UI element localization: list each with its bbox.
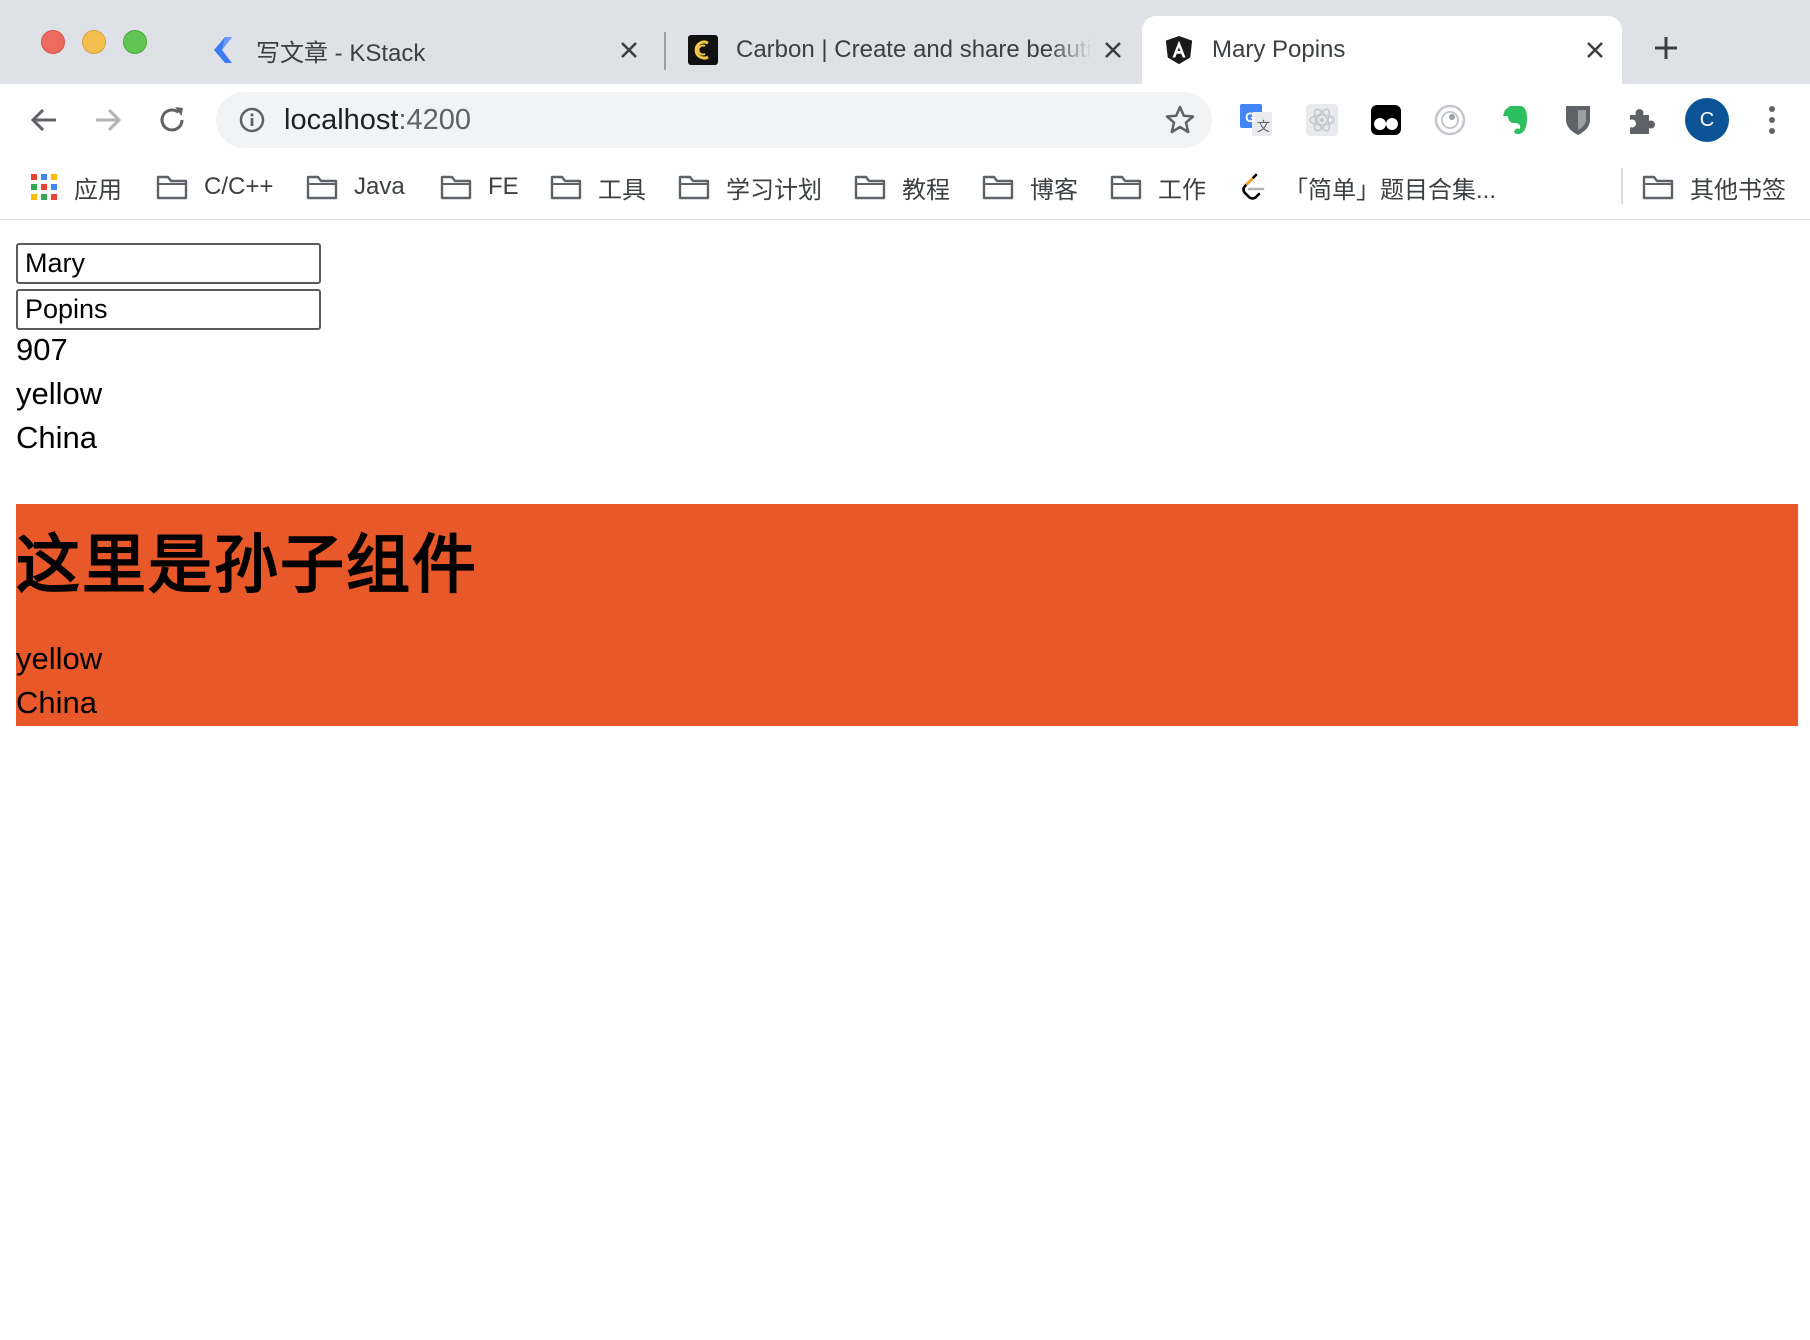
folder-icon: [550, 175, 582, 200]
bookmark-folder-blog[interactable]: 博客: [982, 170, 1078, 204]
bookmark-label: 教程: [902, 176, 950, 204]
bookmark-folder-java[interactable]: Java: [306, 170, 405, 204]
more-menu-icon[interactable]: [1752, 100, 1792, 140]
plus-icon: [1655, 37, 1677, 59]
bookmark-folder-study-plan[interactable]: 学习计划: [678, 170, 822, 204]
info-icon[interactable]: [238, 106, 266, 134]
minimize-window-button[interactable]: [82, 30, 106, 54]
country-text: China: [16, 420, 97, 455]
svg-text:G: G: [1245, 109, 1256, 125]
folder-icon: [306, 175, 338, 200]
react-devtools-icon[interactable]: [1302, 100, 1342, 140]
close-tab-icon[interactable]: [1582, 37, 1608, 63]
bookmark-leetcode[interactable]: 「简单」题目合集...: [1238, 170, 1496, 204]
folder-icon: [982, 175, 1014, 200]
tampermonkey-icon[interactable]: [1366, 100, 1406, 140]
bookmark-label: C/C++: [204, 173, 274, 200]
folder-icon: [1110, 175, 1142, 200]
tab-carbon[interactable]: Carbon | Create and share beautiful imag…: [666, 16, 1140, 84]
bookmarks-bar: 应用 C/C++ Java FE 工具 学习计划 教程 博客 工作 「简单」题目…: [0, 156, 1810, 220]
bookmarks-divider: [1621, 168, 1623, 204]
folder-icon: [1642, 175, 1674, 200]
bookmark-other[interactable]: 其他书签: [1642, 170, 1786, 204]
bookmark-apps[interactable]: 应用: [30, 170, 122, 204]
angular-logo-icon: [1164, 35, 1194, 65]
url-text[interactable]: localhost:4200: [284, 104, 471, 136]
forward-button[interactable]: [88, 100, 128, 140]
evernote-icon[interactable]: [1494, 100, 1534, 140]
folder-icon: [440, 175, 472, 200]
leetcode-logo-icon: [1242, 173, 1265, 200]
bookmark-label: FE: [488, 173, 519, 200]
grandchild-component: 这里是孙子组件 yellow China: [16, 504, 1798, 726]
folder-icon: [854, 175, 886, 200]
tab-title: Carbon | Create and share beautiful imag…: [736, 36, 1092, 63]
bookmark-folder-tools[interactable]: 工具: [550, 170, 646, 204]
google-translate-icon[interactable]: G文: [1236, 100, 1276, 140]
carbon-logo-icon: [688, 35, 718, 65]
tab-kstack[interactable]: 写文章 - KStack: [186, 16, 656, 84]
tab-strip: 写文章 - KStack Carbon | Create and share b…: [0, 0, 1810, 84]
folder-icon: [156, 175, 188, 200]
tab-title: Mary Popins: [1212, 36, 1346, 63]
close-tab-icon[interactable]: [1100, 37, 1126, 63]
color-text: yellow: [16, 376, 103, 411]
zoom-window-button[interactable]: [123, 30, 147, 54]
bookmark-label: 其他书签: [1690, 176, 1786, 204]
arrow-right-icon: [96, 108, 122, 132]
bookmark-folder-fe[interactable]: FE: [440, 170, 519, 204]
bookmark-label: 工作: [1158, 176, 1206, 204]
new-tab-button[interactable]: [1648, 30, 1684, 66]
reload-icon: [160, 107, 184, 132]
bookmark-star-icon[interactable]: [1164, 104, 1196, 136]
bookmark-folder-tutorial[interactable]: 教程: [854, 170, 950, 204]
folder-icon: [678, 175, 710, 200]
first-name-input[interactable]: [16, 243, 321, 284]
bookmark-label: 工具: [598, 176, 646, 204]
address-bar[interactable]: localhost:4200: [216, 92, 1212, 148]
arrow-left-icon: [30, 108, 56, 132]
extensions-puzzle-icon[interactable]: [1622, 100, 1662, 140]
back-button[interactable]: [24, 100, 64, 140]
bookmark-folder-work[interactable]: 工作: [1110, 170, 1206, 204]
grandchild-color-text: yellow: [16, 641, 103, 676]
grandchild-heading: 这里是孙子组件: [16, 529, 478, 603]
svg-text:文: 文: [1257, 120, 1270, 135]
profile-avatar[interactable]: C: [1685, 98, 1729, 142]
number-text: 907: [16, 332, 68, 367]
last-name-input[interactable]: [16, 289, 321, 330]
tab-title: 写文章 - KStack: [256, 39, 426, 67]
bitwarden-icon[interactable]: [1558, 100, 1598, 140]
bookmark-label: 应用: [74, 176, 122, 204]
bookmark-label: 博客: [1030, 176, 1078, 204]
bookmark-label: Java: [354, 173, 405, 200]
bookmark-label: 「简单」题目合集...: [1284, 176, 1497, 204]
browser-toolbar: localhost:4200 G文 C: [0, 84, 1810, 156]
tab-mary-popins[interactable]: Mary Popins: [1142, 16, 1622, 84]
bookmark-folder-cpp[interactable]: C/C++: [156, 170, 273, 204]
page-content: 907 yellow China 这里是孙子组件 yellow China: [0, 221, 1810, 1340]
kstack-logo-icon: [208, 35, 238, 65]
close-window-button[interactable]: [41, 30, 65, 54]
reload-button[interactable]: [152, 100, 192, 140]
grandchild-country-text: China: [16, 685, 97, 720]
extension-circle-icon[interactable]: [1430, 100, 1470, 140]
close-tab-icon[interactable]: [616, 37, 642, 63]
apps-grid-icon: [31, 174, 57, 200]
bookmark-label: 学习计划: [726, 176, 822, 204]
